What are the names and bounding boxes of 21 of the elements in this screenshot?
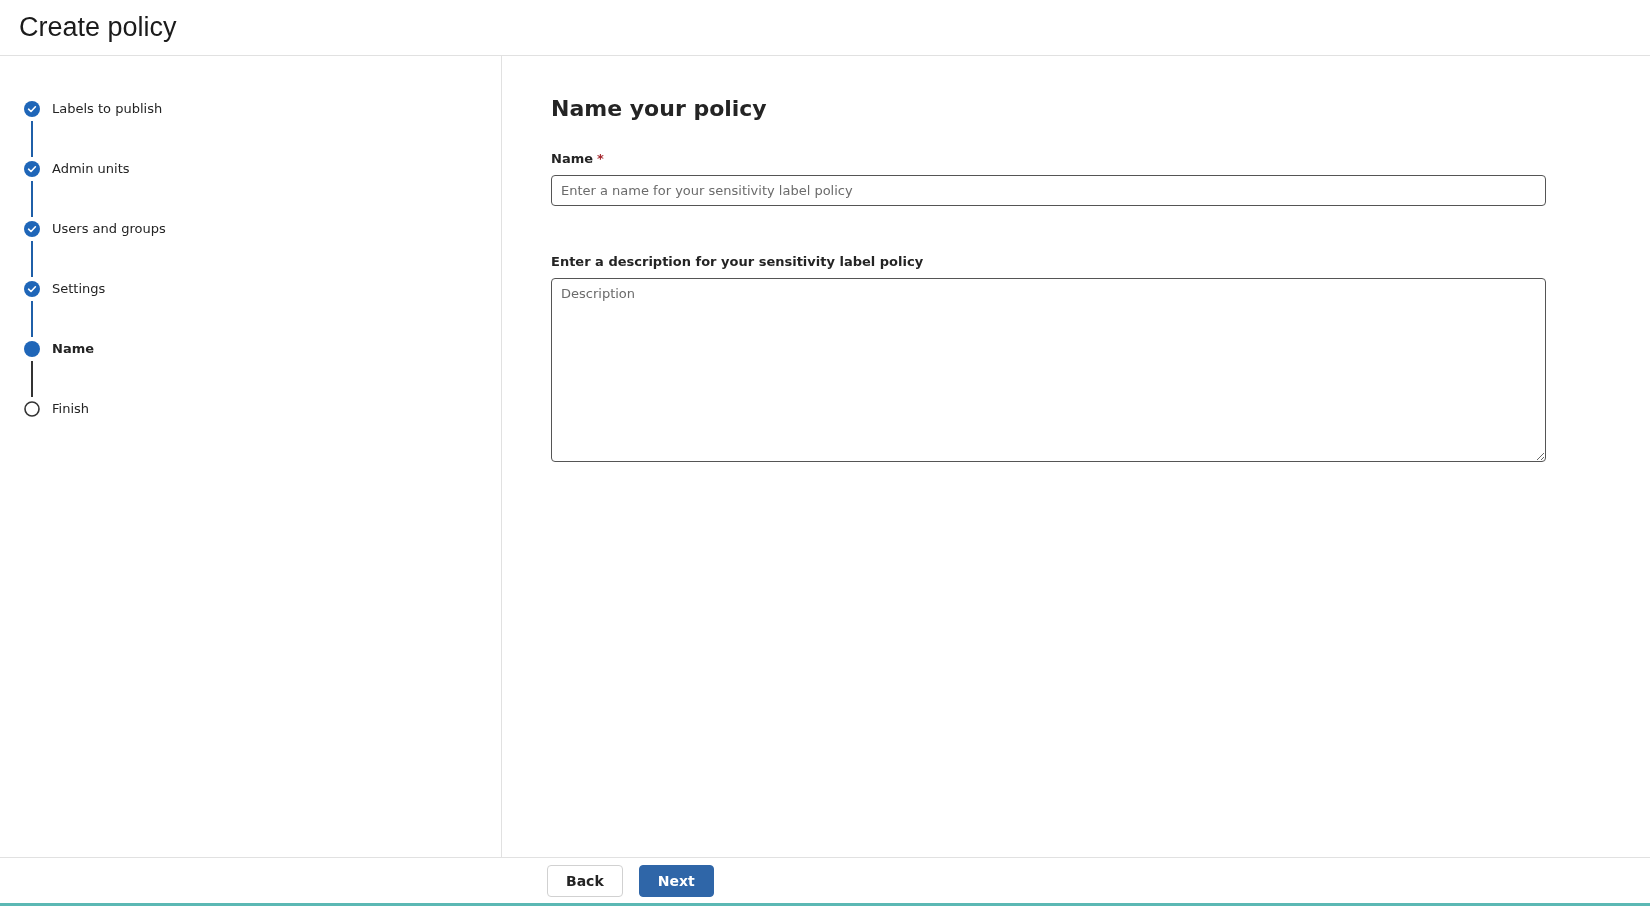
description-text-area[interactable]: Description bbox=[551, 278, 1546, 462]
step-label[interactable]: Finish bbox=[52, 401, 89, 417]
empty-circle-icon bbox=[24, 401, 40, 417]
step-label[interactable]: Name bbox=[52, 341, 94, 357]
page-title: Create policy bbox=[19, 12, 177, 43]
check-circle-icon bbox=[24, 161, 40, 177]
step-label[interactable]: Admin units bbox=[52, 161, 130, 177]
check-circle-icon bbox=[24, 221, 40, 237]
check-circle-icon bbox=[24, 101, 40, 117]
check-circle-icon bbox=[24, 281, 40, 297]
section-heading: Name your policy bbox=[551, 96, 767, 121]
field-label: Enter a description for your sensitivity label policy bbox=[551, 254, 924, 269]
field-label: Name bbox=[551, 151, 593, 166]
step-label[interactable]: Users and groups bbox=[52, 221, 166, 237]
step-label[interactable]: Labels to publish bbox=[52, 101, 163, 117]
filled-circle-icon bbox=[24, 341, 40, 357]
name-input-field[interactable]: Enter a name for your sensitivity label policy bbox=[551, 175, 1546, 206]
step-label[interactable]: Settings bbox=[52, 281, 106, 297]
required-asterisk: * bbox=[597, 151, 604, 166]
back-button[interactable]: Back bbox=[547, 864, 623, 897]
next-button[interactable]: Next bbox=[638, 864, 714, 897]
